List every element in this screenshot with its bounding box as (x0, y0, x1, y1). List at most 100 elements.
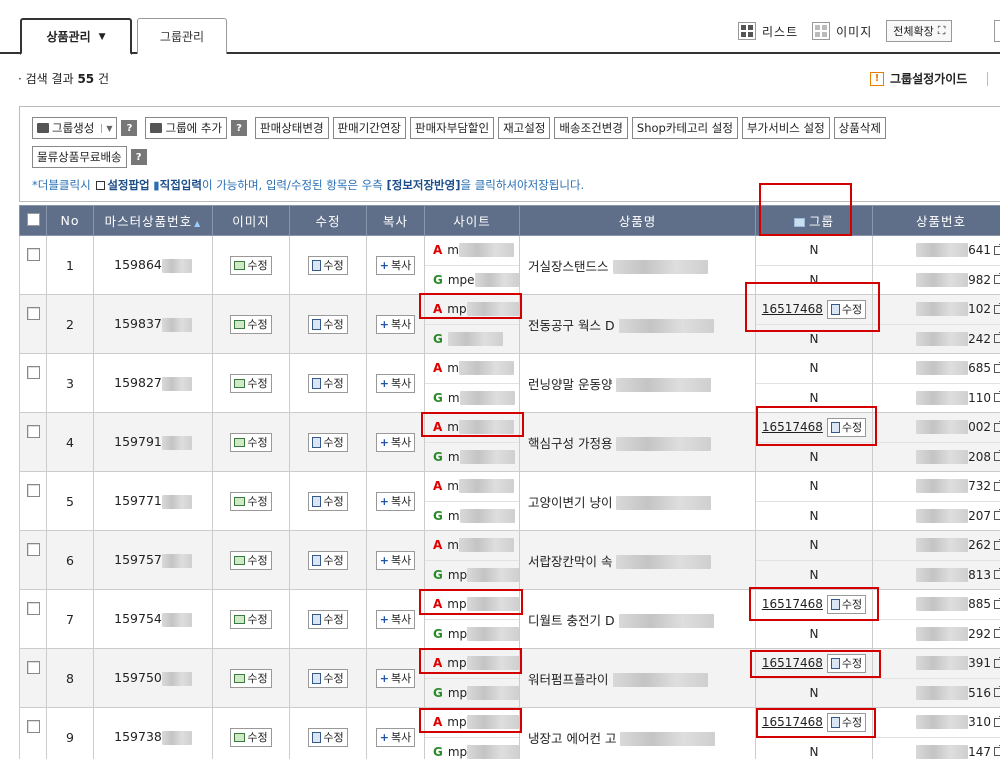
edit-button[interactable]: 수정 (308, 432, 348, 452)
help-icon[interactable]: ? (121, 120, 138, 136)
product-number-1[interactable]: 685 (873, 354, 1000, 384)
product-number-1[interactable]: 102 (873, 295, 1000, 325)
copy-button[interactable]: + 복사 (375, 491, 416, 511)
external-link-icon[interactable] (994, 597, 1000, 609)
site-g[interactable]: Gmp (425, 620, 519, 649)
site-g[interactable]: Gm (425, 443, 519, 472)
site-a[interactable]: Am (425, 531, 519, 561)
product-name[interactable]: 핵심구성 가정용 (519, 412, 756, 472)
shop-category-button[interactable]: Shop카테고리 설정 (631, 117, 738, 139)
product-number-2[interactable]: 982 (873, 266, 1000, 295)
row-checkbox[interactable] (26, 543, 40, 556)
row-checkbox[interactable] (26, 602, 40, 615)
image-view-label[interactable]: 이미지 (836, 23, 872, 40)
list-view-icon[interactable] (738, 22, 756, 40)
group-edit-button[interactable]: 수정 (826, 299, 867, 319)
image-view-icon[interactable] (812, 22, 831, 40)
site-g[interactable]: Gmp (425, 561, 519, 590)
help-icon[interactable]: ? (130, 149, 147, 165)
copy-button[interactable]: + 복사 (375, 373, 416, 393)
external-link-icon[interactable] (994, 302, 1000, 314)
site-a[interactable]: Amp (425, 295, 519, 325)
copy-button[interactable]: + 복사 (375, 314, 416, 334)
image-edit-button[interactable]: 수정 (230, 255, 272, 275)
product-number-2[interactable]: 147 (873, 738, 1000, 759)
extend-sale-period-button[interactable]: 판매기간연장 (332, 117, 407, 139)
select-all-checkbox[interactable] (26, 212, 40, 226)
external-link-icon[interactable] (994, 391, 1000, 403)
copy-button[interactable]: + 복사 (375, 432, 416, 452)
tab-product-management[interactable]: 상품관리 ▼ (20, 18, 132, 55)
product-number-2[interactable]: 292 (873, 620, 1000, 649)
product-number-2[interactable]: 208 (873, 443, 1000, 472)
seller-discount-button[interactable]: 판매자부담할인 (410, 117, 495, 139)
product-number-1[interactable]: 262 (873, 531, 1000, 561)
delete-product-button[interactable]: 상품삭제 (833, 117, 886, 139)
product-number-1[interactable]: 002 (873, 413, 1000, 443)
product-number-2[interactable]: 207 (873, 502, 1000, 531)
stock-setting-button[interactable]: 재고설정 (498, 117, 551, 139)
help-icon[interactable]: ? (231, 120, 248, 136)
product-number-1[interactable]: 310 (873, 708, 1000, 738)
additional-service-button[interactable]: 부가서비스 설정 (741, 117, 830, 139)
row-checkbox[interactable] (26, 366, 40, 379)
edit-button[interactable]: 수정 (308, 550, 348, 570)
edit-button[interactable]: 수정 (308, 668, 348, 688)
group-edit-button[interactable]: 수정 (826, 653, 867, 673)
site-g[interactable]: Gmpe (425, 266, 519, 295)
copy-button[interactable]: + 복사 (375, 727, 416, 747)
shipping-condition-button[interactable]: 배송조건변경 (554, 117, 628, 139)
site-g[interactable]: Gmp (425, 738, 519, 759)
product-number-2[interactable]: 110 (873, 384, 1000, 413)
group-edit-button[interactable]: 수정 (826, 594, 867, 614)
copy-button[interactable]: + 복사 (375, 550, 416, 570)
create-group-button[interactable]: 그룹생성 ▼ (32, 117, 118, 139)
external-link-icon[interactable] (994, 420, 1000, 432)
product-name[interactable]: 고양이변기 냥이 (519, 471, 756, 531)
group-number-link[interactable]: 16517468 (762, 302, 823, 316)
expand-all-button[interactable]: 전체확장 ⛶ (886, 20, 953, 42)
site-a[interactable]: Amp (425, 708, 519, 738)
row-checkbox[interactable] (26, 484, 40, 497)
site-g[interactable]: G (425, 325, 519, 354)
image-edit-button[interactable]: 수정 (230, 432, 272, 452)
change-sale-status-button[interactable]: 판매상태변경 (255, 117, 329, 139)
external-link-icon[interactable] (994, 538, 1000, 550)
product-number-2[interactable]: 813 (873, 561, 1000, 590)
site-a[interactable]: Amp (425, 590, 519, 620)
product-number-1[interactable]: 641 (873, 236, 1000, 266)
product-number-1[interactable]: 391 (873, 649, 1000, 679)
site-a[interactable]: Am (425, 472, 519, 502)
add-to-group-button[interactable]: 그룹에 추가 (145, 117, 228, 139)
site-g[interactable]: Gm (425, 502, 519, 531)
external-link-icon[interactable] (994, 686, 1000, 698)
external-link-icon[interactable] (994, 715, 1000, 727)
edit-button[interactable]: 수정 (308, 491, 348, 511)
edit-button[interactable]: 수정 (308, 727, 348, 747)
external-link-icon[interactable] (994, 656, 1000, 668)
external-link-icon[interactable] (994, 273, 1000, 285)
group-number-link[interactable]: 16517468 (762, 656, 823, 670)
external-link-icon[interactable] (994, 361, 1000, 373)
header-no[interactable]: No (46, 205, 94, 236)
group-number-link[interactable]: 16517468 (762, 597, 823, 611)
header-master-number[interactable]: 마스터상품번호 ▲ (93, 205, 213, 236)
product-name[interactable]: 서랍장칸막이 속 (519, 530, 756, 590)
external-link-icon[interactable] (994, 745, 1000, 757)
image-edit-button[interactable]: 수정 (230, 373, 272, 393)
external-link-icon[interactable] (994, 332, 1000, 344)
copy-button[interactable]: + 복사 (375, 609, 416, 629)
copy-button[interactable]: + 복사 (375, 255, 416, 275)
row-checkbox[interactable] (26, 307, 40, 320)
site-a[interactable]: Am (425, 354, 519, 384)
row-checkbox[interactable] (26, 248, 40, 261)
edit-button[interactable]: 수정 (308, 314, 348, 334)
edit-button[interactable]: 수정 (308, 373, 348, 393)
site-a[interactable]: Amp (425, 649, 519, 679)
product-number-2[interactable]: 516 (873, 679, 1000, 708)
site-a[interactable]: Am (425, 413, 519, 443)
product-name[interactable]: 거실장스탠드스 (519, 235, 756, 295)
image-edit-button[interactable]: 수정 (230, 314, 272, 334)
product-number-1[interactable]: 732 (873, 472, 1000, 502)
edit-button[interactable]: 수정 (308, 609, 348, 629)
